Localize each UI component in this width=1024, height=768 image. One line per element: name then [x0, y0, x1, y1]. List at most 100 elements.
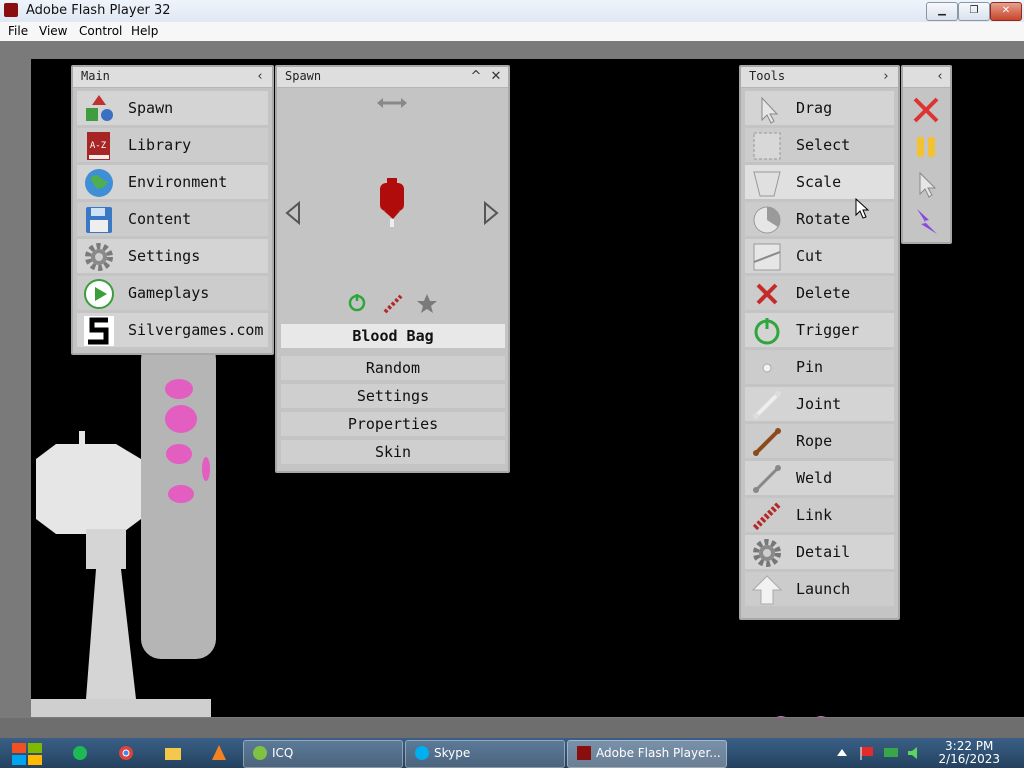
taskbar-app-skype[interactable]: Skype: [405, 740, 565, 768]
ragdoll-head[interactable]: [36, 444, 141, 534]
tool-joint[interactable]: Joint: [745, 387, 894, 421]
main-menu-label: Silvergames.com: [128, 321, 264, 339]
spawn-option-properties[interactable]: Properties: [281, 412, 505, 436]
tools-panel-expand-icon[interactable]: ›: [876, 67, 896, 87]
next-item-arrow-icon[interactable]: [484, 200, 499, 226]
favorite-star-icon[interactable]: [417, 294, 437, 313]
network-icon[interactable]: [882, 745, 900, 761]
tool-scale[interactable]: Scale: [745, 165, 894, 199]
pause-icon[interactable]: [911, 132, 941, 162]
tool-link[interactable]: Link: [745, 498, 894, 532]
main-menu-gameplays[interactable]: Gameplays: [77, 276, 268, 310]
show-hidden-icons-icon[interactable]: [836, 747, 848, 759]
trigger-power-icon[interactable]: [348, 294, 366, 312]
taskbar-app-flash-player[interactable]: Adobe Flash Player...: [567, 740, 727, 768]
close-button[interactable]: ✕: [990, 2, 1022, 21]
spawn-panel-collapse-icon[interactable]: ^: [466, 67, 486, 87]
tool-launch[interactable]: Launch: [745, 572, 894, 606]
spawn-option-skin[interactable]: Skin: [281, 440, 505, 464]
window-titlebar: Adobe Flash Player 32 ▁ ❐ ✕: [0, 0, 1024, 23]
menu-view[interactable]: View: [39, 24, 67, 38]
pin-icon: [762, 363, 772, 373]
tool-drag[interactable]: Drag: [745, 91, 894, 125]
rotate-icon: [753, 206, 781, 234]
file-explorer-icon[interactable]: [164, 745, 182, 761]
shapes-icon: [86, 95, 113, 121]
clear-x-icon[interactable]: [911, 95, 941, 125]
mouse-cursor-icon: [855, 198, 870, 219]
tool-rotate[interactable]: Rotate: [745, 202, 894, 236]
taskbar-app-icq[interactable]: ICQ: [243, 740, 403, 768]
tool-pin[interactable]: Pin: [745, 350, 894, 384]
tool-rope[interactable]: Rope: [745, 424, 894, 458]
blood-bag-icon: [380, 178, 404, 227]
main-menu-content[interactable]: Content: [77, 202, 268, 236]
weld-icon: [753, 465, 781, 493]
spawn-panel-header: Spawn ^ ✕: [277, 67, 508, 88]
stage-bottom-border: [0, 718, 1024, 738]
quick-panel-collapse-icon[interactable]: ‹: [930, 67, 950, 87]
tool-label: Detail: [796, 543, 851, 561]
power-icon: [754, 318, 780, 345]
prev-item-arrow-icon[interactable]: [285, 200, 300, 226]
menu-help[interactable]: Help: [131, 24, 158, 38]
main-panel-collapse-icon[interactable]: ‹: [250, 67, 270, 87]
launch-arrow-icon: [752, 575, 782, 605]
link-chain-icon[interactable]: [383, 294, 403, 314]
action-center-flag-icon[interactable]: [858, 745, 876, 761]
menu-control[interactable]: Control: [79, 24, 122, 38]
tool-label: Joint: [796, 395, 842, 413]
tool-label: Pin: [796, 358, 824, 376]
spotify-icon[interactable]: [72, 745, 88, 761]
floppy-icon: [86, 207, 112, 233]
tool-cut[interactable]: Cut: [745, 239, 894, 273]
tool-label: Rotate: [796, 210, 851, 228]
chrome-icon[interactable]: [118, 745, 134, 761]
tool-label: Rope: [796, 432, 833, 450]
tool-label: Scale: [796, 173, 842, 191]
tool-label: Drag: [796, 99, 833, 117]
tool-select[interactable]: Select: [745, 128, 894, 162]
tool-detail[interactable]: Detail: [745, 535, 894, 569]
main-menu-silvergames[interactable]: Silvergames.com: [77, 313, 268, 347]
spawn-selected-item[interactable]: Blood Bag: [281, 324, 505, 348]
tool-weld[interactable]: Weld: [745, 461, 894, 495]
tool-trigger[interactable]: Trigger: [745, 313, 894, 347]
window-title: Adobe Flash Player 32: [26, 3, 171, 18]
rope-icon: [753, 428, 781, 456]
quick-actions-panel: ‹: [901, 65, 952, 244]
spawn-panel-close-icon[interactable]: ✕: [486, 67, 506, 87]
main-menu-spawn[interactable]: Spawn: [77, 91, 268, 125]
maximize-button[interactable]: ❐: [958, 2, 990, 21]
resize-arrows-icon[interactable]: [377, 98, 407, 108]
spawn-panel: Spawn ^ ✕ Blood Bag Random Settings Prop…: [275, 65, 510, 473]
spawn-preview: [285, 98, 499, 314]
main-menu-library[interactable]: A-Z Library: [77, 128, 268, 162]
lightning-icon[interactable]: [911, 206, 941, 236]
tool-label: Launch: [796, 580, 851, 598]
pointer-icon[interactable]: [911, 169, 941, 199]
tool-delete[interactable]: Delete: [745, 276, 894, 310]
delete-x-icon: [756, 283, 778, 305]
cursor-icon: [761, 96, 779, 124]
globe-icon: [85, 169, 113, 197]
spawn-option-random[interactable]: Random: [281, 356, 505, 380]
main-menu-label: Gameplays: [128, 284, 210, 302]
vlc-icon[interactable]: [211, 744, 227, 762]
play-icon: [84, 279, 114, 309]
detail-gear-icon: [753, 539, 781, 567]
system-clock[interactable]: 3:22 PM 2/16/2023: [938, 740, 1000, 766]
main-menu-environment[interactable]: Environment: [77, 165, 268, 199]
main-menu-label: Spawn: [128, 99, 174, 117]
spawn-option-settings[interactable]: Settings: [281, 384, 505, 408]
link-icon: [752, 501, 782, 531]
minimize-button[interactable]: ▁: [926, 2, 958, 21]
menu-file[interactable]: File: [8, 24, 28, 38]
start-button-icon[interactable]: [10, 741, 44, 767]
taskbar-app-label: ICQ: [272, 746, 294, 760]
volume-icon[interactable]: [906, 745, 924, 761]
main-menu-settings[interactable]: Settings: [77, 239, 268, 273]
taskbar-app-label: Adobe Flash Player...: [596, 746, 721, 760]
icq-icon: [253, 746, 267, 760]
joint-icon: [753, 391, 781, 419]
